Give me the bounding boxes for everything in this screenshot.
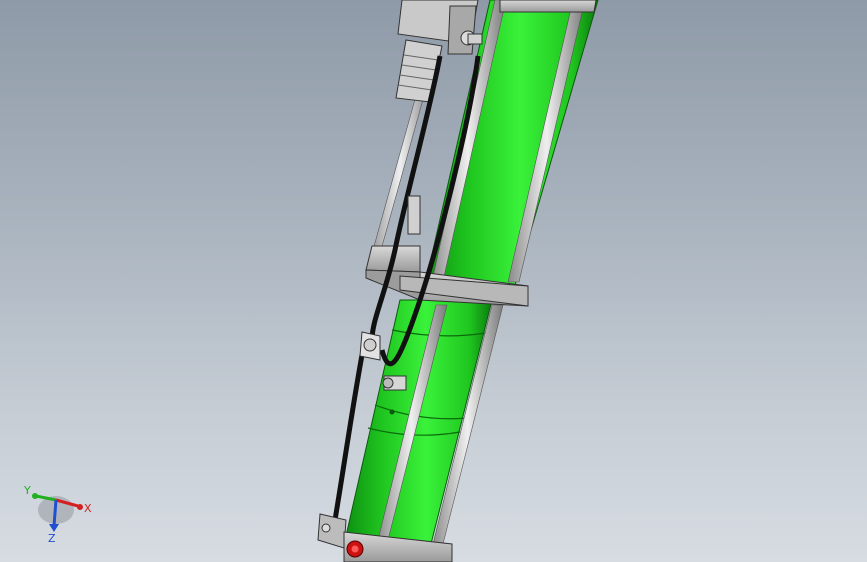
cylinder-assembly-model[interactable] (0, 0, 867, 562)
z-axis-label: Z (48, 532, 56, 545)
position-sensor[interactable] (407, 195, 421, 235)
y-axis-head (32, 493, 38, 499)
top-mounting-bracket[interactable] (499, 0, 597, 13)
z-axis-head (49, 524, 59, 532)
body-hole (389, 409, 395, 415)
x-axis-head (77, 504, 83, 510)
x-axis-label: X (84, 502, 92, 515)
z-axis-arrow (52, 499, 58, 527)
3d-viewport[interactable]: X Y Z (0, 0, 867, 562)
orientation-triad[interactable]: X Y Z (18, 480, 98, 550)
top-valve-block[interactable] (395, 0, 483, 103)
y-axis-label: Y (23, 484, 31, 497)
body-port-fitting[interactable] (382, 375, 407, 391)
elbow-fitting-middle[interactable] (359, 331, 381, 361)
